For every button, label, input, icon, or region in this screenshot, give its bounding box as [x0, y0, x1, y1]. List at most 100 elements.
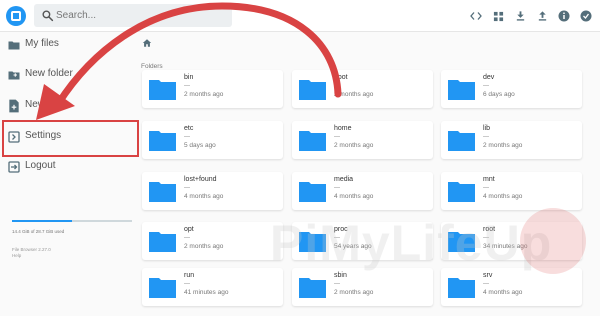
folder-icon	[448, 182, 475, 202]
folder-name: media	[334, 176, 354, 183]
folder-icon	[149, 182, 176, 202]
folder-icon	[448, 131, 475, 151]
folder-name: home	[334, 125, 352, 132]
search-box[interactable]	[34, 4, 232, 27]
folder-card[interactable]: sbin — 2 months ago	[292, 268, 433, 306]
file-browser-logo[interactable]	[6, 6, 26, 26]
folder-modified: 2 months ago	[483, 142, 523, 149]
folder-icon	[299, 131, 326, 151]
folder-icon	[299, 80, 326, 100]
folder-card[interactable]: lost+found — 4 months ago	[142, 172, 283, 210]
folder-size: —	[483, 281, 489, 287]
folder-card[interactable]: lib — 2 months ago	[441, 121, 582, 159]
folder-modified: 6 days ago	[483, 91, 515, 98]
folder-card[interactable]: boot — 2 months ago	[292, 70, 433, 108]
folder-name: mnt	[483, 176, 495, 183]
file-listing: Folders bin — 2 months ago boot — 2 months ag…	[139, 32, 600, 316]
info-icon[interactable]	[556, 8, 572, 24]
storage-usage-fill	[12, 220, 72, 222]
home-icon[interactable]	[142, 38, 152, 48]
help-link[interactable]: Help	[12, 253, 21, 258]
folder-modified: 4 months ago	[184, 193, 224, 200]
folder-card[interactable]: run — 41 minutes ago	[142, 268, 283, 306]
sidebar-item-logout[interactable]: Logout	[0, 154, 139, 180]
folder-size: —	[184, 235, 190, 241]
folder-name: etc	[184, 125, 194, 132]
watermark-up-circle	[520, 208, 586, 274]
folder-size: —	[483, 185, 489, 191]
search-input[interactable]	[56, 6, 226, 25]
folder-name: srv	[483, 272, 493, 279]
header-actions	[468, 8, 594, 24]
settings-highlight-box	[2, 120, 139, 157]
logout-icon	[8, 161, 20, 173]
new-file-icon	[9, 99, 19, 113]
folder-modified: 2 months ago	[334, 91, 374, 98]
folder-size: —	[184, 185, 190, 191]
section-label: Folders	[141, 63, 163, 70]
folder-icon	[448, 80, 475, 100]
folder-card[interactable]: bin — 2 months ago	[142, 70, 283, 108]
folder-size: —	[184, 83, 190, 89]
folder-size: —	[184, 134, 190, 140]
watermark-text: PiMyLifeUp	[270, 215, 553, 271]
folder-size: —	[334, 281, 340, 287]
folder-name: run	[184, 272, 195, 279]
folder-icon	[8, 41, 20, 50]
folder-card[interactable]: media — 4 months ago	[292, 172, 433, 210]
sidebar-item-new-folder[interactable]: New folder	[0, 62, 139, 88]
upload-icon[interactable]	[534, 8, 550, 24]
folder-name: boot	[334, 74, 348, 81]
folder-size: —	[184, 281, 190, 287]
folder-size: —	[483, 83, 489, 89]
folder-card[interactable]: home — 2 months ago	[292, 121, 433, 159]
storage-usage-text: 14.4 GiB of 28.7 GiB used	[12, 229, 65, 234]
folder-size: —	[334, 185, 340, 191]
new-folder-icon	[8, 71, 20, 80]
folder-name: lib	[483, 125, 491, 132]
folder-size: —	[334, 83, 340, 89]
folder-modified: 4 months ago	[483, 289, 523, 296]
folder-name: lost+found	[184, 176, 217, 183]
folder-name: opt	[184, 226, 194, 233]
watermark: PiMyLifeUp	[270, 208, 586, 274]
folder-card[interactable]: srv — 4 months ago	[441, 268, 582, 306]
folder-modified: 4 months ago	[483, 193, 523, 200]
download-icon[interactable]	[512, 8, 528, 24]
folder-modified: 41 minutes ago	[184, 289, 229, 296]
folder-icon	[299, 182, 326, 202]
folder-size: —	[483, 134, 489, 140]
version-text: File Browser 2.27.0	[12, 247, 51, 252]
sidebar-item-new-file[interactable]: New file	[0, 93, 139, 119]
sidebar-item-label: New file	[25, 99, 61, 110]
grid-view-icon[interactable]	[490, 8, 506, 24]
folder-name: bin	[184, 74, 194, 81]
sidebar: My files New folder New file Settings Lo…	[0, 32, 139, 316]
check-circle-icon[interactable]	[578, 8, 594, 24]
code-icon[interactable]	[468, 8, 484, 24]
folder-icon	[448, 278, 475, 298]
sidebar-item-label: My files	[25, 38, 59, 49]
folder-modified: 5 days ago	[184, 142, 216, 149]
folder-size: —	[334, 134, 340, 140]
folder-modified: 2 months ago	[184, 243, 224, 250]
folder-card[interactable]: opt — 2 months ago	[142, 222, 283, 260]
folder-modified: 4 months ago	[334, 193, 374, 200]
search-icon	[42, 10, 54, 22]
folder-modified: 2 months ago	[334, 289, 374, 296]
folder-card[interactable]: etc — 5 days ago	[142, 121, 283, 159]
folder-icon	[149, 278, 176, 298]
folder-name: dev	[483, 74, 495, 81]
folder-card[interactable]: dev — 6 days ago	[441, 70, 582, 108]
top-bar	[0, 0, 600, 32]
folder-icon	[149, 232, 176, 252]
folder-card[interactable]: mnt — 4 months ago	[441, 172, 582, 210]
storage-usage-bar	[12, 220, 132, 222]
folder-modified: 2 months ago	[184, 91, 224, 98]
sidebar-item-label: New folder	[25, 68, 73, 79]
folder-name: sbin	[334, 272, 347, 279]
folder-icon	[149, 80, 176, 100]
sidebar-item-label: Logout	[25, 160, 56, 171]
folder-icon	[149, 131, 176, 151]
sidebar-item-my-files[interactable]: My files	[0, 32, 139, 58]
